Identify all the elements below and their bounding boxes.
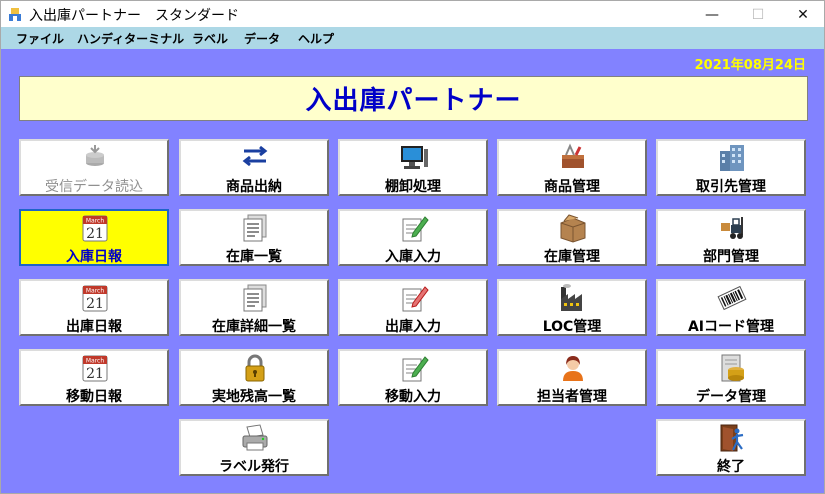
menu-label[interactable]: ラベル bbox=[192, 30, 228, 47]
maximize-button[interactable]: ☐ bbox=[735, 1, 781, 28]
calendar-icon: March 21 bbox=[82, 285, 108, 312]
date-display: 2021年08月24日 bbox=[694, 58, 806, 73]
minimize-button[interactable]: — bbox=[689, 1, 735, 28]
tile-label: 部門管理 bbox=[703, 249, 759, 265]
document-list-icon bbox=[243, 284, 267, 312]
shipment-daily-report-button[interactable]: March 21 出庫日報 bbox=[19, 279, 169, 336]
calendar-month: March bbox=[86, 218, 104, 225]
loc-management-button[interactable]: LOC管理 bbox=[497, 279, 647, 336]
exit-button[interactable]: 終了 bbox=[656, 419, 806, 476]
data-receive-icon bbox=[86, 145, 104, 166]
calendar-day: 21 bbox=[86, 226, 104, 242]
tile-label: 在庫詳細一覧 bbox=[212, 319, 296, 335]
product-transfer-button[interactable]: 商品出納 bbox=[179, 139, 329, 196]
receipt-daily-report-button[interactable]: March 21 入庫日報 bbox=[19, 209, 169, 266]
physical-balance-list-button[interactable]: 実地残高一覧 bbox=[179, 349, 329, 406]
menu-help[interactable]: ヘルプ bbox=[298, 30, 334, 47]
tile-label: ラベル発行 bbox=[219, 459, 289, 475]
receipt-entry-button[interactable]: 入庫入力 bbox=[338, 209, 488, 266]
title-bar: 入出庫パートナー スタンダード — ☐ ✕ bbox=[0, 0, 825, 27]
tile-label: LOC管理 bbox=[542, 319, 602, 335]
transfer-entry-button[interactable]: 移動入力 bbox=[338, 349, 488, 406]
tile-label: 入庫日報 bbox=[66, 249, 122, 265]
building-icon bbox=[720, 145, 744, 171]
department-management-button[interactable]: 部門管理 bbox=[656, 209, 806, 266]
calendar-month: March bbox=[86, 288, 104, 295]
tile-label: 移動日報 bbox=[66, 389, 122, 405]
tile-label: 商品出納 bbox=[226, 179, 282, 195]
shipment-entry-button[interactable]: 出庫入力 bbox=[338, 279, 488, 336]
tile-label: 在庫一覧 bbox=[226, 249, 282, 265]
calendar-month: March bbox=[86, 358, 104, 365]
window-title: 入出庫パートナー スタンダード bbox=[29, 8, 239, 24]
edit-form-icon bbox=[402, 356, 429, 382]
lock-icon bbox=[245, 354, 265, 382]
factory-icon bbox=[561, 284, 582, 311]
calendar-icon: March 21 bbox=[82, 215, 108, 242]
database-icon bbox=[721, 354, 744, 382]
app-banner-title: 入出庫パートナー bbox=[305, 86, 522, 116]
tile-label: 入庫入力 bbox=[385, 249, 441, 265]
document-list-icon bbox=[243, 214, 267, 242]
main-panel: 2021年08月24日 入出庫パートナー 受信データ読込 商品出納 棚卸処理 商… bbox=[0, 49, 825, 494]
tile-label: 移動入力 bbox=[385, 389, 441, 405]
person-icon bbox=[563, 356, 583, 381]
receive-data-button[interactable]: 受信データ読込 bbox=[19, 139, 169, 196]
label-print-button[interactable]: ラベル発行 bbox=[179, 419, 329, 476]
calendar-icon: March 21 bbox=[82, 355, 108, 382]
banner: 入出庫パートナー bbox=[19, 76, 808, 121]
menu-data[interactable]: データ bbox=[244, 30, 280, 47]
menu-handy-terminal[interactable]: ハンディターミナル bbox=[77, 30, 184, 47]
product-management-button[interactable]: 商品管理 bbox=[497, 139, 647, 196]
toolbox-icon bbox=[562, 143, 584, 168]
data-management-button[interactable]: データ管理 bbox=[656, 349, 806, 406]
transfer-daily-report-button[interactable]: March 21 移動日報 bbox=[19, 349, 169, 406]
transfer-arrows-icon bbox=[242, 145, 268, 167]
edit-form-icon bbox=[402, 286, 429, 312]
exit-door-icon bbox=[720, 424, 744, 452]
menu-file[interactable]: ファイル bbox=[16, 30, 64, 47]
box-icon bbox=[560, 214, 586, 243]
tile-label: 出庫日報 bbox=[66, 319, 122, 335]
tile-label: 終了 bbox=[717, 459, 745, 475]
tile-label: 商品管理 bbox=[544, 179, 600, 195]
supplier-management-button[interactable]: 取引先管理 bbox=[656, 139, 806, 196]
menu-bar: ファイル ハンディターミナル ラベル データ ヘルプ bbox=[0, 27, 825, 49]
calendar-day: 21 bbox=[86, 296, 104, 312]
staff-management-button[interactable]: 担当者管理 bbox=[497, 349, 647, 406]
tile-label: 受信データ読込 bbox=[45, 179, 143, 195]
printer-icon bbox=[242, 424, 268, 451]
calendar-day: 21 bbox=[86, 366, 104, 382]
tile-label: 実地残高一覧 bbox=[212, 389, 296, 405]
tile-label: 出庫入力 bbox=[385, 319, 441, 335]
forklift-icon bbox=[721, 217, 743, 239]
edit-form-icon bbox=[402, 216, 429, 242]
ai-code-management-button[interactable]: AIコード管理 bbox=[656, 279, 806, 336]
tile-label: 担当者管理 bbox=[537, 389, 607, 405]
stock-management-button[interactable]: 在庫管理 bbox=[497, 209, 647, 266]
close-button[interactable]: ✕ bbox=[780, 1, 825, 28]
tile-label: AIコード管理 bbox=[687, 319, 775, 335]
stock-list-button[interactable]: 在庫一覧 bbox=[179, 209, 329, 266]
computer-icon bbox=[401, 146, 428, 169]
barcode-icon bbox=[717, 285, 747, 311]
app-icon bbox=[9, 8, 21, 21]
inventory-count-button[interactable]: 棚卸処理 bbox=[338, 139, 488, 196]
stock-detail-list-button[interactable]: 在庫詳細一覧 bbox=[179, 279, 329, 336]
tile-label: 取引先管理 bbox=[696, 179, 766, 195]
tile-label: 在庫管理 bbox=[544, 249, 600, 265]
tile-label: データ管理 bbox=[696, 389, 766, 405]
tile-label: 棚卸処理 bbox=[385, 179, 441, 195]
